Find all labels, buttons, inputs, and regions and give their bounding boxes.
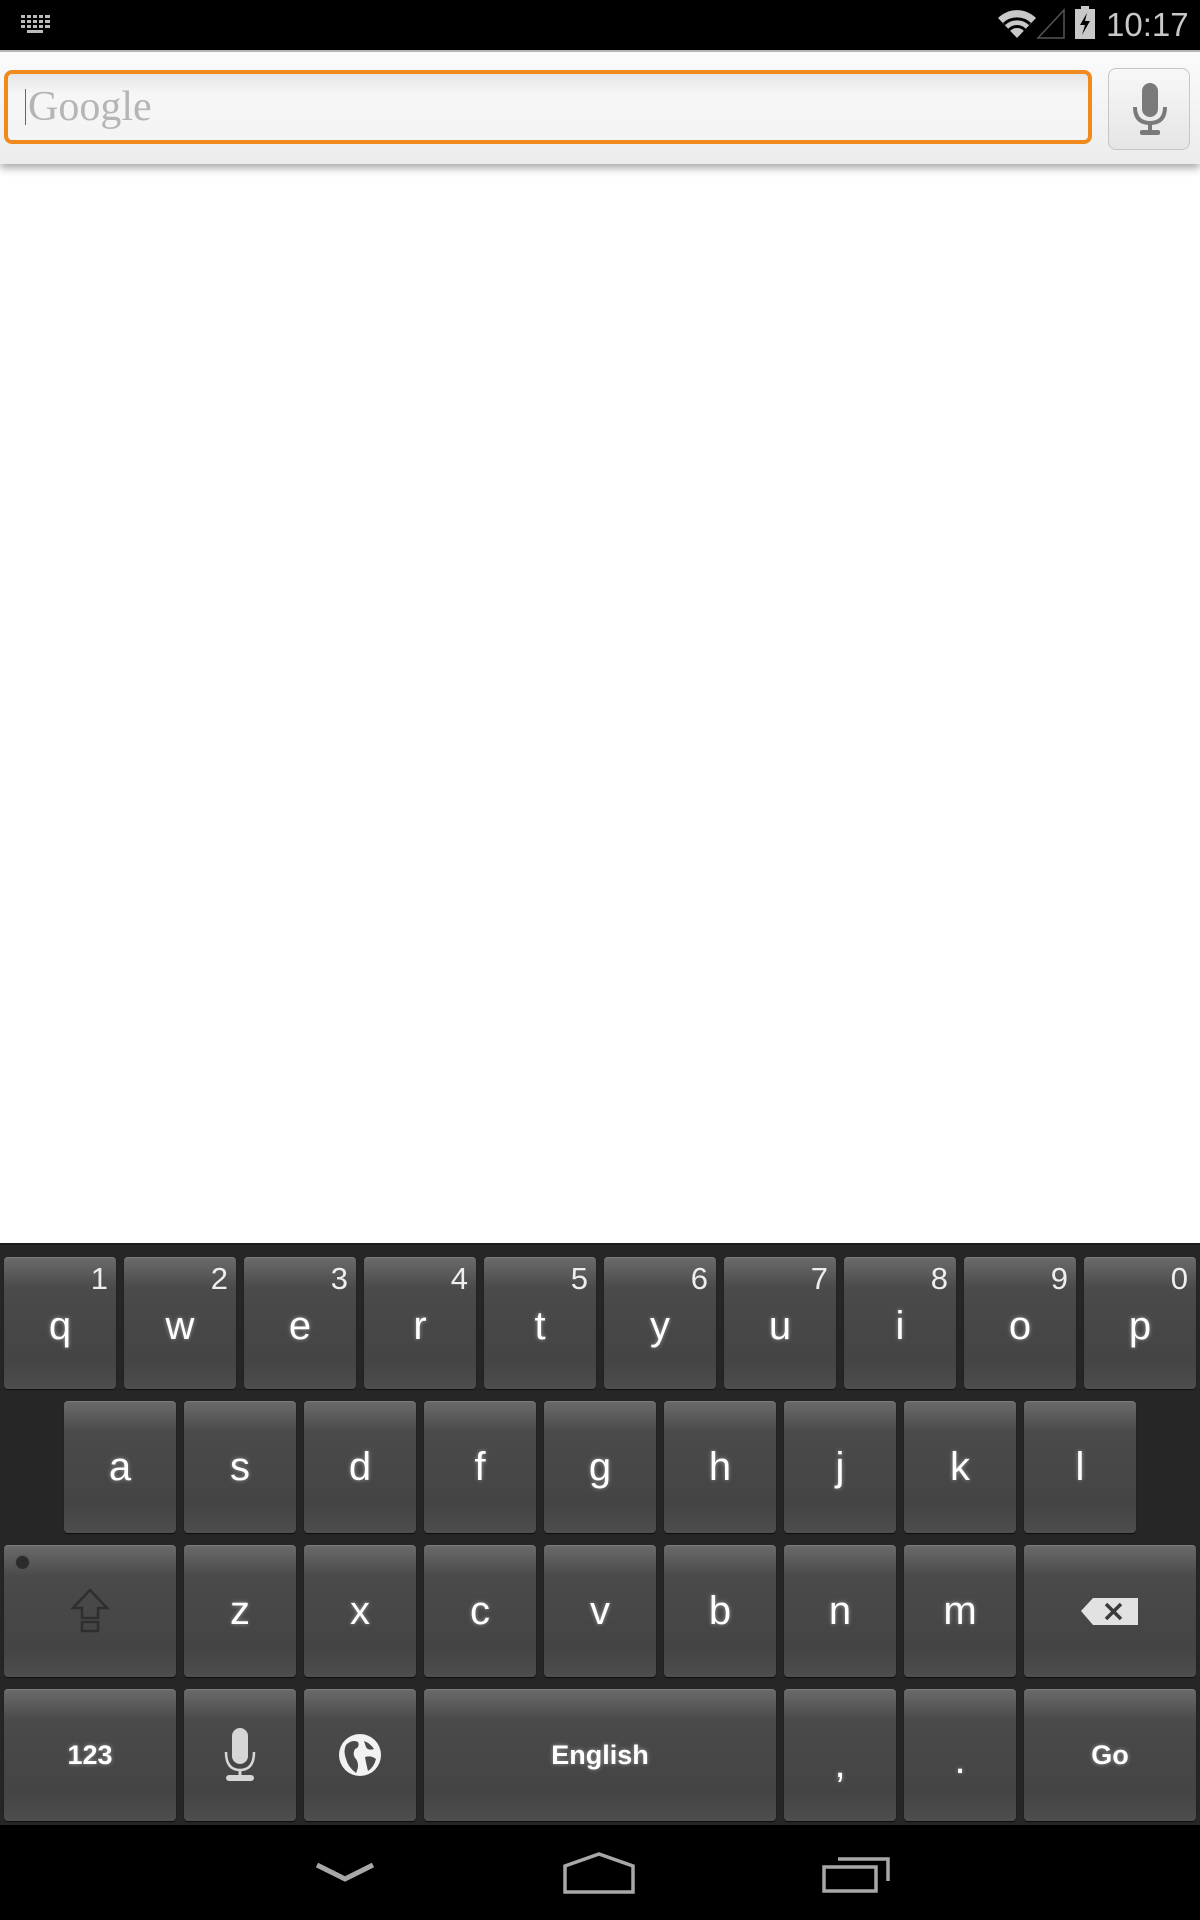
shift-key[interactable] — [4, 1545, 176, 1677]
home-button[interactable] — [534, 1825, 664, 1920]
wifi-icon — [998, 10, 1036, 38]
key-label: t — [534, 1303, 546, 1348]
key-label: d — [348, 1444, 372, 1489]
key-label: i — [895, 1303, 905, 1348]
search-input[interactable]: Google — [4, 70, 1092, 144]
key-label: v — [590, 1588, 610, 1633]
key-label: g — [588, 1444, 612, 1489]
key-label: z — [230, 1588, 250, 1633]
navigation-bar — [0, 1825, 1200, 1920]
key-t[interactable]: 5t — [484, 1257, 596, 1389]
key-label: c — [470, 1588, 490, 1633]
key-label: a — [108, 1444, 132, 1489]
symbols-key[interactable]: 123 — [4, 1689, 176, 1821]
text-cursor — [25, 89, 26, 125]
space-key[interactable]: English — [424, 1689, 776, 1821]
language-switch-key[interactable] — [304, 1689, 416, 1821]
backspace-icon — [1081, 1598, 1138, 1625]
key-label: f — [474, 1444, 486, 1489]
key-e[interactable]: 3e — [244, 1257, 356, 1389]
key-label: r — [413, 1303, 427, 1348]
key-n[interactable]: n — [784, 1545, 896, 1677]
key-label: w — [165, 1303, 195, 1348]
soft-keyboard: 123 English , . Go 1q2w3e 4 r 5 t 6 y 7 … — [0, 1243, 1200, 1827]
search-bar: Google — [0, 50, 1200, 164]
key-label: l — [1075, 1444, 1085, 1489]
key-s[interactable]: s — [184, 1401, 296, 1533]
key-k[interactable]: k — [904, 1401, 1016, 1533]
status-clock: 10:17 — [1106, 6, 1189, 43]
key-m[interactable]: m — [904, 1545, 1016, 1677]
key-j[interactable]: j — [784, 1401, 896, 1533]
period-key-label: . — [954, 1737, 966, 1782]
back-button[interactable] — [280, 1825, 410, 1920]
microphone-icon — [224, 1728, 256, 1781]
voice-search-button[interactable] — [1108, 68, 1190, 150]
key-label: e — [288, 1303, 312, 1348]
key-y[interactable]: 6y — [604, 1257, 716, 1389]
key-label: b — [708, 1588, 732, 1633]
key-p[interactable]: 0p — [1084, 1257, 1196, 1389]
key-r[interactable]: 4r — [364, 1257, 476, 1389]
key-z[interactable]: z — [184, 1545, 296, 1677]
delete-key[interactable] — [1024, 1545, 1196, 1677]
key-c[interactable]: c — [424, 1545, 536, 1677]
key-label: k — [950, 1444, 970, 1489]
key-f[interactable]: f — [424, 1401, 536, 1533]
go-key-label: Go — [1091, 1739, 1129, 1770]
recent-apps-icon — [822, 1856, 890, 1893]
status-bar: 10:17 — [0, 0, 1200, 50]
shift-icon — [70, 1588, 110, 1633]
key-d[interactable]: d — [304, 1401, 416, 1533]
key-w[interactable]: 2w — [124, 1257, 236, 1389]
globe-icon — [339, 1734, 381, 1776]
recent-apps-button[interactable] — [792, 1825, 922, 1920]
key-o[interactable]: 9o — [964, 1257, 1076, 1389]
key-label: q — [48, 1303, 72, 1348]
key-label: j — [835, 1444, 845, 1489]
period-key[interactable]: . — [904, 1689, 1016, 1821]
cell-signal-icon — [1036, 8, 1065, 39]
key-label: x — [350, 1588, 370, 1633]
key-label: o — [1008, 1303, 1032, 1348]
key-g[interactable]: g — [544, 1401, 656, 1533]
search-placeholder: Google — [28, 84, 152, 130]
key-label: n — [828, 1588, 852, 1633]
key-label: y — [650, 1303, 670, 1348]
key-v[interactable]: v — [544, 1545, 656, 1677]
key-label: p — [1128, 1303, 1152, 1348]
key-label: u — [768, 1303, 792, 1348]
back-icon — [315, 1862, 375, 1882]
symbols-key-label: 123 — [67, 1739, 113, 1770]
key-label: h — [708, 1444, 732, 1489]
key-b[interactable]: b — [664, 1545, 776, 1677]
key-a[interactable]: a — [64, 1401, 176, 1533]
key-x[interactable]: x — [304, 1545, 416, 1677]
comma-key-label: , — [834, 1741, 846, 1786]
space-key-label: English — [551, 1739, 649, 1770]
key-label: m — [943, 1588, 977, 1633]
keyboard-notification-icon — [21, 15, 50, 33]
comma-key[interactable]: , — [784, 1689, 896, 1821]
key-q[interactable]: 1q — [4, 1257, 116, 1389]
go-key[interactable]: Go — [1024, 1689, 1196, 1821]
home-icon — [563, 1851, 635, 1894]
voice-input-key[interactable] — [184, 1689, 296, 1821]
key-h[interactable]: h — [664, 1401, 776, 1533]
microphone-icon — [1133, 83, 1167, 135]
key-i[interactable]: 8i — [844, 1257, 956, 1389]
key-l[interactable]: l — [1024, 1401, 1136, 1533]
key-u[interactable]: 7u — [724, 1257, 836, 1389]
battery-charging-icon — [1075, 6, 1095, 39]
key-label: s — [230, 1444, 250, 1489]
